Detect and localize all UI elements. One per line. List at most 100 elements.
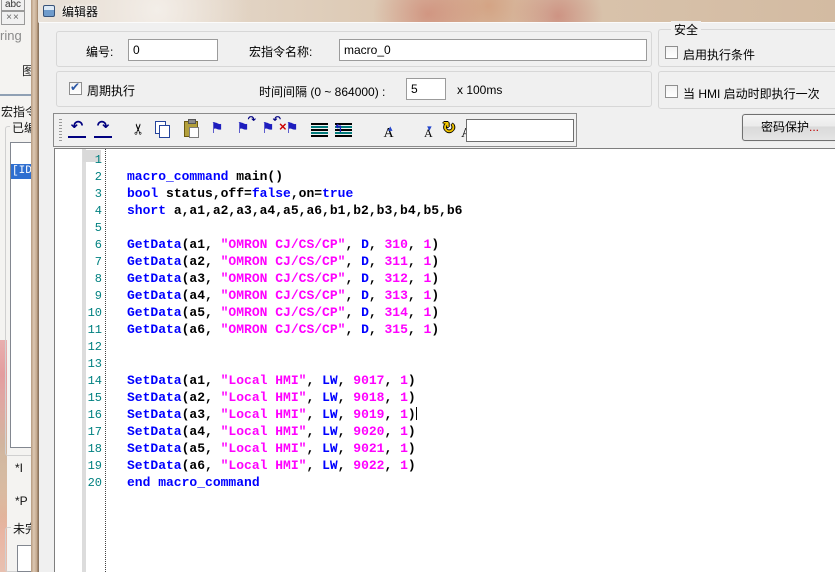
redo-button[interactable]: ↷ <box>92 118 114 142</box>
code-row[interactable]: 5 <box>55 220 835 237</box>
font-increase-button[interactable]: A▴ <box>383 124 393 141</box>
titlebar[interactable]: 编辑器 <box>38 0 835 22</box>
code-line-text[interactable]: SetData(a1, "Local HMI", LW, 9017, 1) <box>127 373 416 388</box>
startup-group: 当 HMI 启动时即执行一次 <box>658 71 835 109</box>
periodic-checkbox[interactable]: ✔ <box>69 82 82 95</box>
code-row[interactable]: 20 end macro_command <box>55 475 835 492</box>
dialog-left-border <box>31 0 38 572</box>
next-bookmark-button[interactable]: ⚑↷ <box>232 118 254 142</box>
code-line-text[interactable]: SetData(a3, "Local HMI", LW, 9019, 1) <box>127 407 417 422</box>
code-line-text[interactable]: SetData(a6, "Local HMI", LW, 9022, 1) <box>127 458 416 473</box>
enable-condition-checkbox[interactable] <box>665 46 678 59</box>
font-decrease-button[interactable]: A▾ <box>424 124 433 141</box>
code-row[interactable]: 12 <box>55 339 835 356</box>
id-label: 编号: <box>86 43 113 60</box>
code-row[interactable]: 13 <box>55 356 835 373</box>
dialog-client-area: 编号: 宏指令名称: 安全 启用执行条件 ✔ 周期执行 时间间隔 (0 ~ 86… <box>38 22 835 572</box>
toggle-bookmark-button[interactable]: ⚑ <box>206 118 228 142</box>
undo-button[interactable]: ↶ <box>66 118 88 142</box>
code-row[interactable]: 16 SetData(a3, "Local HMI", LW, 9019, 1) <box>55 407 835 424</box>
code-row[interactable]: 11 GetData(a6, "OMRON CJ/CS/CP", D, 315, … <box>55 322 835 339</box>
line-number: 16 <box>55 408 102 422</box>
ring-label: ring <box>0 28 22 43</box>
bookmark-flag-icon: ⚑ <box>285 120 298 137</box>
code-line-text[interactable]: SetData(a4, "Local HMI", LW, 9020, 1) <box>127 424 416 439</box>
code-row[interactable]: 19SetData(a6, "Local HMI", LW, 9022, 1) <box>55 458 835 475</box>
code-line-text[interactable]: macro_command main() <box>127 169 283 184</box>
macro-name-input[interactable] <box>339 39 647 61</box>
password-protect-ellipsis: ... <box>809 120 819 134</box>
editor-window-icon <box>43 5 55 17</box>
code-row[interactable]: 1 <box>55 152 835 169</box>
run-on-startup-checkbox[interactable] <box>665 85 678 98</box>
code-row[interactable]: 6GetData(a1, "OMRON CJ/CS/CP", D, 310, 1… <box>55 237 835 254</box>
editor-dialog: 编辑器 编号: 宏指令名称: 安全 启用执行条件 ✔ <box>38 0 835 572</box>
window-title: 编辑器 <box>62 3 98 20</box>
line-numbers-icon <box>311 123 328 137</box>
interval-input[interactable] <box>406 78 446 100</box>
code-line-text[interactable]: end macro_command <box>127 475 260 490</box>
code-row[interactable]: 9 GetData(a4, "OMRON CJ/CS/CP", D, 313, 1… <box>55 288 835 305</box>
code-row[interactable]: 7 GetData(a2, "OMRON CJ/CS/CP", D, 311, 1… <box>55 254 835 271</box>
code-row[interactable]: 18 SetData(a5, "Local HMI", LW, 9021, 1) <box>55 441 835 458</box>
line-number: 10 <box>55 306 102 320</box>
code-row[interactable]: 10 GetData(a5, "OMRON CJ/CS/CP", D, 314, … <box>55 305 835 322</box>
clear-bookmarks-button[interactable]: ⚑× <box>281 118 303 142</box>
sidebar-item-p: *P <box>15 494 28 508</box>
goto-arrow-icon: ↰ <box>334 122 343 135</box>
paste-button[interactable] <box>180 118 202 142</box>
code-row[interactable]: 8GetData(a3, "OMRON CJ/CS/CP", D, 312, 1… <box>55 271 835 288</box>
goto-line-button[interactable]: ↰ <box>335 124 352 141</box>
code-line-text[interactable]: SetData(a2, "Local HMI", LW, 9018, 1) <box>127 390 416 405</box>
abc-toolbar-button[interactable]: abc <box>1 0 25 11</box>
code-line-text[interactable]: SetData(a5, "Local HMI", LW, 9021, 1) <box>127 441 416 456</box>
code-line-text[interactable]: GetData(a5, "OMRON CJ/CS/CP", D, 314, 1) <box>127 305 439 320</box>
paste-icon <box>184 121 198 137</box>
code-row[interactable]: 14 SetData(a1, "Local HMI", LW, 9017, 1) <box>55 373 835 390</box>
background-window: abc ×× ring 图 宏指令 已编 [ID *I *P 未完 <box>0 0 32 572</box>
line-number: 17 <box>55 425 102 439</box>
search-input[interactable] <box>466 119 574 142</box>
cut-button[interactable]: ✂ <box>128 118 150 142</box>
code-line-text[interactable]: short a,a1,a2,a3,a4,a5,a6,b1,b2,b3,b4,b5… <box>127 203 462 218</box>
strikeout-toolbar-button[interactable]: ×× <box>1 11 25 25</box>
previous-bookmark-button[interactable]: ⚑↶ <box>257 118 279 142</box>
interval-unit-label: x 100ms <box>457 83 502 97</box>
line-numbers-button[interactable] <box>308 118 330 142</box>
line-number: 3 <box>55 187 102 201</box>
next-arrow-icon: ↷ <box>248 115 256 126</box>
line-number: 20 <box>55 476 102 490</box>
copy-button[interactable] <box>152 118 174 142</box>
line-number: 9 <box>55 289 102 303</box>
macro-name-label: 宏指令名称: <box>249 43 312 60</box>
code-line-text[interactable]: GetData(a6, "OMRON CJ/CS/CP", D, 315, 1) <box>127 322 439 337</box>
code-line-text[interactable]: bool status,off=false,on=true <box>127 186 353 201</box>
bookmark-flag-icon: ⚑ <box>210 120 223 137</box>
password-protect-button[interactable]: 密码保护... <box>742 114 835 141</box>
down-triangle-icon: ▾ <box>427 123 432 134</box>
line-number: 1 <box>55 153 102 167</box>
line-number: 4 <box>55 204 102 218</box>
code-line-text[interactable]: GetData(a4, "OMRON CJ/CS/CP", D, 313, 1) <box>127 288 439 303</box>
code-row[interactable]: 4 short a,a1,a2,a3,a4,a5,a6,b1,b2,b3,b4,b… <box>55 203 835 220</box>
code-line-text[interactable]: GetData(a3, "OMRON CJ/CS/CP", D, 312, 1) <box>127 271 439 286</box>
periodic-group: ✔ 周期执行 时间间隔 (0 ~ 864000) : x 100ms <box>56 71 652 107</box>
code-editor[interactable]: 12macro_command main()3bool status,off=f… <box>54 148 835 572</box>
code-line-text[interactable]: GetData(a2, "OMRON CJ/CS/CP", D, 311, 1) <box>127 254 439 269</box>
editor-toolbar: ↶ ↷ ✂ ⚑ ⚑↷ ⚑↶ ⚑× ↰ A▴ A▾ A ↻ <box>53 113 577 147</box>
code-row[interactable]: 2macro_command main() <box>55 169 835 186</box>
find-replace-button[interactable]: ↻ <box>438 118 460 142</box>
toolbar-grip[interactable] <box>59 119 62 141</box>
line-number: 7 <box>55 255 102 269</box>
line-number: 18 <box>55 442 102 456</box>
line-number: 12 <box>55 340 102 354</box>
id-input[interactable] <box>128 39 218 61</box>
line-number: 11 <box>55 323 102 337</box>
code-row[interactable]: 3 bool status,off=false,on=true <box>55 186 835 203</box>
code-row[interactable]: 17 SetData(a4, "Local HMI", LW, 9020, 1) <box>55 424 835 441</box>
line-number: 5 <box>55 221 102 235</box>
line-number: 14 <box>55 374 102 388</box>
code-row[interactable]: 15SetData(a2, "Local HMI", LW, 9018, 1) <box>55 390 835 407</box>
code-line-text[interactable]: GetData(a1, "OMRON CJ/CS/CP", D, 310, 1) <box>127 237 439 252</box>
redo-icon: ↷ <box>94 118 112 138</box>
